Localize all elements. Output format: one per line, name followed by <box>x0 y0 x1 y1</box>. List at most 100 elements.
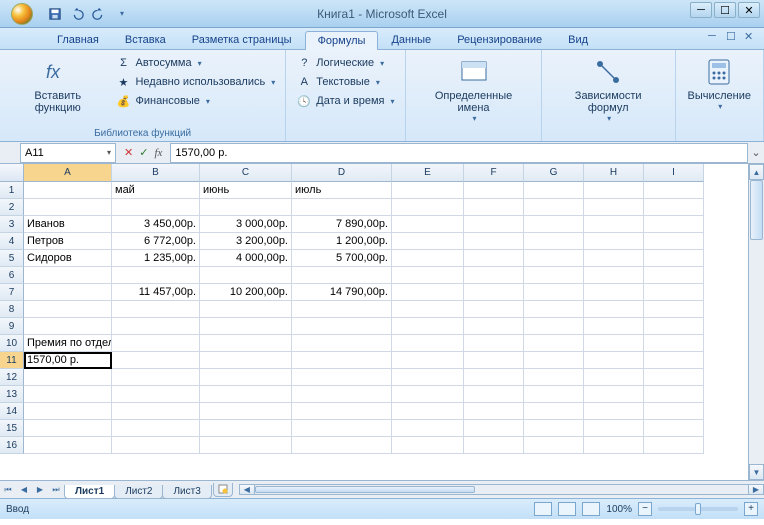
cells-area[interactable]: майиюньиюльИванов3 450,00р.3 000,00р.7 8… <box>24 182 748 454</box>
vertical-scrollbar[interactable]: ▲ ▼ <box>748 164 764 480</box>
cell[interactable] <box>464 420 524 437</box>
cell[interactable]: 7 890,00р. <box>292 216 392 233</box>
cell[interactable] <box>524 216 584 233</box>
cell[interactable] <box>292 352 392 369</box>
cell[interactable]: 1570,00 р. <box>24 352 112 369</box>
scroll-thumb[interactable] <box>750 180 763 240</box>
cell[interactable] <box>584 437 644 454</box>
row-header[interactable]: 13 <box>0 386 24 403</box>
new-sheet-button[interactable] <box>213 483 233 497</box>
cell[interactable] <box>292 386 392 403</box>
cell[interactable] <box>584 318 644 335</box>
doc-minimize-button[interactable]: ─ <box>708 30 722 44</box>
row-header[interactable]: 3 <box>0 216 24 233</box>
cell[interactable] <box>200 437 292 454</box>
cell[interactable] <box>200 301 292 318</box>
cell[interactable] <box>292 199 392 216</box>
cell[interactable] <box>24 284 112 301</box>
cell[interactable] <box>464 403 524 420</box>
cell[interactable] <box>584 250 644 267</box>
cell[interactable]: 1 200,00р. <box>292 233 392 250</box>
cell[interactable] <box>200 335 292 352</box>
cell[interactable] <box>584 284 644 301</box>
ribbon-tab-6[interactable]: Вид <box>555 30 601 49</box>
cell[interactable] <box>24 386 112 403</box>
cell[interactable] <box>584 403 644 420</box>
cell[interactable] <box>112 335 200 352</box>
insert-function-button[interactable]: fx Вставить функцию <box>8 54 107 116</box>
cell[interactable] <box>464 352 524 369</box>
cell[interactable] <box>644 301 704 318</box>
sheet-nav-first[interactable]: ⏮ <box>0 482 16 498</box>
financial-button[interactable]: 💰Финансовые <box>113 92 277 110</box>
cell[interactable] <box>524 182 584 199</box>
cell[interactable] <box>464 233 524 250</box>
cell[interactable] <box>524 352 584 369</box>
cell[interactable] <box>464 284 524 301</box>
cell[interactable] <box>24 199 112 216</box>
cell[interactable] <box>112 437 200 454</box>
cell[interactable] <box>112 369 200 386</box>
maximize-button[interactable]: ☐ <box>714 2 736 18</box>
scroll-right-arrow[interactable]: ▶ <box>748 484 764 495</box>
cell[interactable] <box>392 335 464 352</box>
cell[interactable]: 5 700,00р. <box>292 250 392 267</box>
col-header[interactable]: B <box>112 164 200 182</box>
cell[interactable] <box>644 386 704 403</box>
cell[interactable] <box>644 437 704 454</box>
row-header[interactable]: 14 <box>0 403 24 420</box>
cell[interactable] <box>392 420 464 437</box>
cell[interactable]: 4 000,00р. <box>200 250 292 267</box>
cell[interactable] <box>200 352 292 369</box>
ribbon-tab-2[interactable]: Разметка страницы <box>179 30 305 49</box>
cell[interactable] <box>524 233 584 250</box>
cell[interactable] <box>292 369 392 386</box>
cell[interactable] <box>464 318 524 335</box>
cell[interactable] <box>200 403 292 420</box>
row-header[interactable]: 16 <box>0 437 24 454</box>
cell[interactable] <box>644 216 704 233</box>
cell[interactable]: 3 450,00р. <box>112 216 200 233</box>
cell[interactable] <box>524 386 584 403</box>
cell[interactable] <box>524 250 584 267</box>
cell[interactable] <box>200 386 292 403</box>
cell[interactable] <box>524 284 584 301</box>
cell[interactable]: 3 000,00р. <box>200 216 292 233</box>
cell[interactable] <box>392 250 464 267</box>
cell[interactable] <box>24 369 112 386</box>
formula-auditing-button[interactable]: Зависимости формул <box>550 54 667 125</box>
sheet-tab[interactable]: Лист1 <box>64 485 115 499</box>
cell[interactable]: июль <box>292 182 392 199</box>
cell[interactable] <box>584 335 644 352</box>
text-button[interactable]: AТекстовые <box>294 73 397 91</box>
sheet-nav-last[interactable]: ⏭ <box>48 482 64 498</box>
cell[interactable] <box>24 267 112 284</box>
cell[interactable] <box>644 369 704 386</box>
cell[interactable] <box>392 233 464 250</box>
cell[interactable] <box>392 403 464 420</box>
scroll-left-arrow[interactable]: ◀ <box>239 484 255 495</box>
cell[interactable] <box>112 352 200 369</box>
cell[interactable] <box>200 318 292 335</box>
defined-names-button[interactable]: Определенные имена <box>414 54 533 125</box>
cell[interactable] <box>644 420 704 437</box>
cell[interactable]: 14 790,00р. <box>292 284 392 301</box>
sheet-tab[interactable]: Лист3 <box>162 485 211 499</box>
cell[interactable]: Сидоров <box>24 250 112 267</box>
cell[interactable] <box>584 233 644 250</box>
cell[interactable] <box>644 352 704 369</box>
formula-input[interactable]: 1570,00 р. <box>170 143 748 163</box>
close-button[interactable]: ✕ <box>738 2 760 18</box>
doc-close-button[interactable]: ✕ <box>744 30 758 44</box>
expand-formula-bar-icon[interactable]: ⌄ <box>748 146 764 159</box>
cell[interactable] <box>584 352 644 369</box>
cell[interactable] <box>292 403 392 420</box>
row-header[interactable]: 12 <box>0 369 24 386</box>
sheet-nav-next[interactable]: ▶ <box>32 482 48 498</box>
col-header[interactable]: D <box>292 164 392 182</box>
cell[interactable] <box>200 420 292 437</box>
undo-icon[interactable] <box>68 5 86 23</box>
cell[interactable] <box>464 250 524 267</box>
cell[interactable] <box>644 250 704 267</box>
cell[interactable] <box>524 437 584 454</box>
